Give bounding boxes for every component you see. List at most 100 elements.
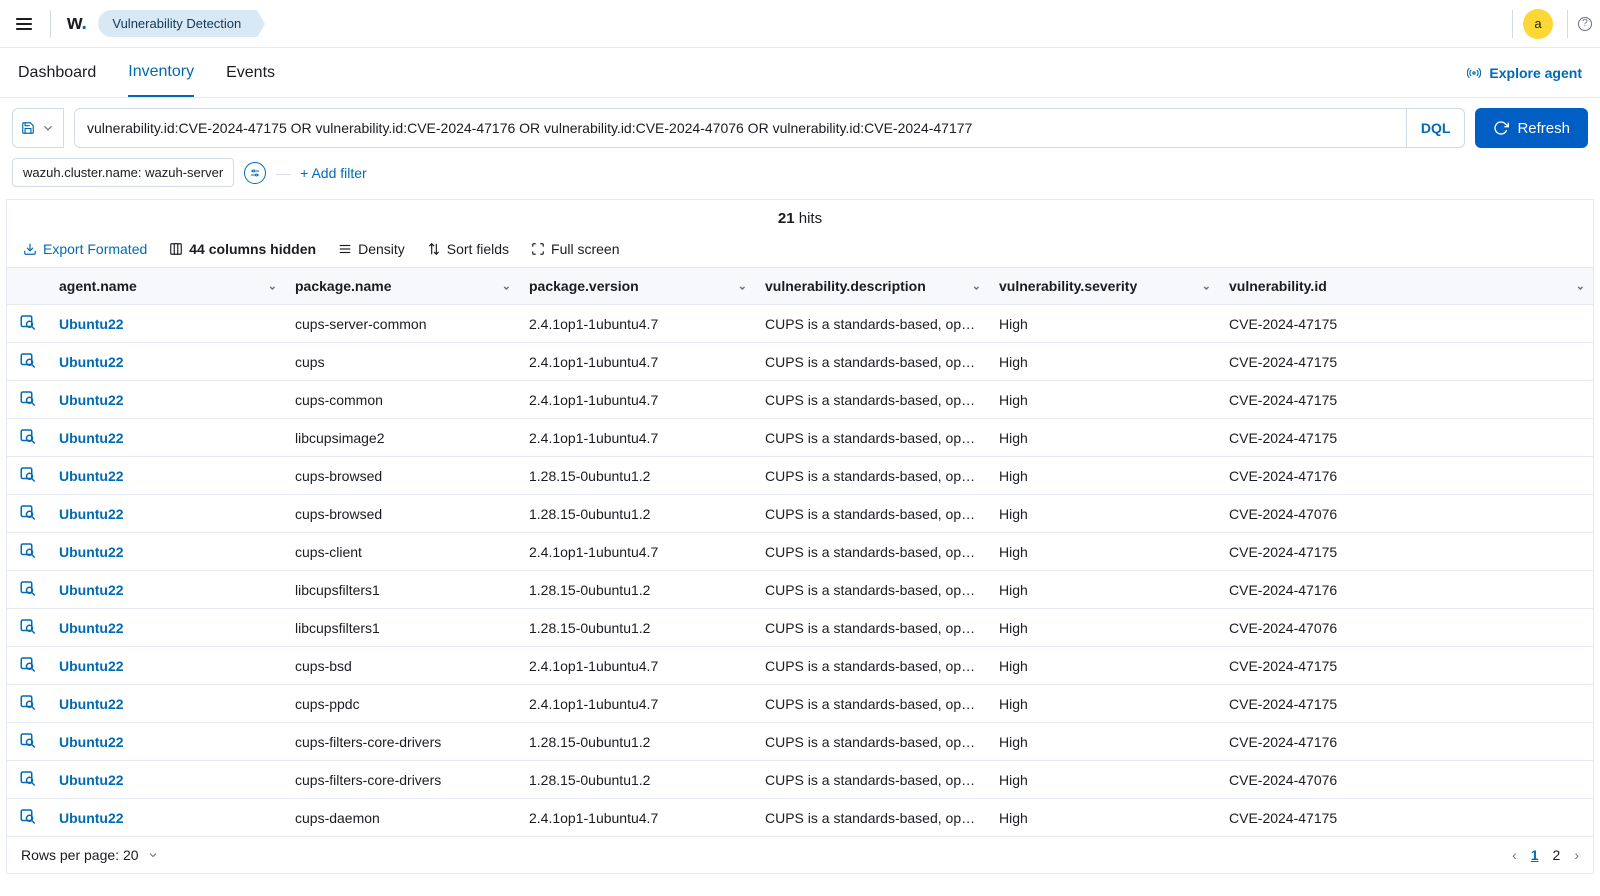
sort-button[interactable]: Sort fields (427, 241, 509, 257)
cell-package-name: cups-filters-core-drivers (285, 723, 519, 761)
prev-page[interactable]: ‹ (1512, 847, 1517, 863)
inspect-button[interactable] (19, 655, 37, 673)
inspect-button[interactable] (19, 389, 37, 407)
inspect-button[interactable] (19, 693, 37, 711)
cell-vuln-id: CVE-2024-47175 (1219, 343, 1593, 381)
cell-severity: High (989, 609, 1219, 647)
inspect-button[interactable] (19, 807, 37, 825)
agent-link[interactable]: Ubuntu22 (59, 506, 124, 522)
inspect-button[interactable] (19, 427, 37, 445)
cell-vuln-id: CVE-2024-47076 (1219, 761, 1593, 799)
saved-query-button[interactable] (12, 108, 64, 148)
refresh-icon (1493, 120, 1509, 136)
cell-description: CUPS is a standards-based, op… (755, 533, 989, 571)
cell-description: CUPS is a standards-based, op… (755, 419, 989, 457)
inspect-button[interactable] (19, 731, 37, 749)
cell-package-version: 2.4.1op1-1ubuntu4.7 (519, 419, 755, 457)
inspect-button[interactable] (19, 503, 37, 521)
rows-per-page[interactable]: Rows per page: 20 (21, 847, 159, 863)
cell-package-version: 1.28.15-0ubuntu1.2 (519, 723, 755, 761)
explore-agent-link[interactable]: Explore agent (1467, 65, 1582, 81)
agent-link[interactable]: Ubuntu22 (59, 772, 124, 788)
search-row: DQL Refresh (0, 98, 1600, 158)
tab-bar: Dashboard Inventory Events Explore agent (0, 48, 1600, 98)
search-input[interactable] (75, 109, 1406, 147)
col-vuln-id[interactable]: vulnerability.id⌄ (1219, 268, 1593, 305)
cell-package-version: 1.28.15-0ubuntu1.2 (519, 495, 755, 533)
add-filter-button[interactable]: + Add filter (300, 165, 367, 181)
table-row: Ubuntu22cups-client2.4.1op1-1ubuntu4.7CU… (7, 533, 1593, 571)
col-agent-name[interactable]: agent.name⌄ (49, 268, 285, 305)
agent-link[interactable]: Ubuntu22 (59, 658, 124, 674)
hits-count: 21 hits (7, 200, 1593, 237)
chevron-down-icon: ⌄ (268, 280, 277, 293)
cell-package-version: 1.28.15-0ubuntu1.2 (519, 571, 755, 609)
density-button[interactable]: Density (338, 241, 405, 257)
inspect-button[interactable] (19, 351, 37, 369)
agent-link[interactable]: Ubuntu22 (59, 582, 124, 598)
table-row: Ubuntu22cups-common2.4.1op1-1ubuntu4.7CU… (7, 381, 1593, 419)
table-row: Ubuntu22cups2.4.1op1-1ubuntu4.7CUPS is a… (7, 343, 1593, 381)
inspect-button[interactable] (19, 465, 37, 483)
cell-vuln-id: CVE-2024-47175 (1219, 305, 1593, 343)
density-label: Density (358, 241, 405, 257)
export-button[interactable]: Export Formated (23, 241, 147, 257)
agent-link[interactable]: Ubuntu22 (59, 810, 124, 826)
breadcrumb[interactable]: Vulnerability Detection (98, 10, 257, 37)
agent-link[interactable]: Ubuntu22 (59, 620, 124, 636)
agent-link[interactable]: Ubuntu22 (59, 354, 124, 370)
cell-package-version: 2.4.1op1-1ubuntu4.7 (519, 799, 755, 837)
col-vuln-severity[interactable]: vulnerability.severity⌄ (989, 268, 1219, 305)
menu-button[interactable] (8, 8, 40, 40)
refresh-button[interactable]: Refresh (1475, 108, 1588, 148)
cell-description: CUPS is a standards-based, op… (755, 495, 989, 533)
filter-settings-icon[interactable] (244, 162, 266, 184)
chevron-down-icon (41, 121, 55, 135)
cell-severity: High (989, 571, 1219, 609)
agent-link[interactable]: Ubuntu22 (59, 696, 124, 712)
columns-hidden-button[interactable]: 44 columns hidden (169, 241, 316, 257)
inspect-button[interactable] (19, 769, 37, 787)
page-controls: ‹ 1 2 › (1512, 847, 1579, 863)
cell-package-name: libcupsfilters1 (285, 609, 519, 647)
filter-chip[interactable]: wazuh.cluster.name: wazuh-server (12, 158, 234, 187)
filter-row: wazuh.cluster.name: wazuh-server — + Add… (0, 158, 1600, 199)
export-icon (23, 242, 37, 256)
table-row: Ubuntu22cups-server-common2.4.1op1-1ubun… (7, 305, 1593, 343)
agent-link[interactable]: Ubuntu22 (59, 734, 124, 750)
next-page[interactable]: › (1574, 847, 1579, 863)
sort-icon (427, 242, 441, 256)
cell-vuln-id: CVE-2024-47175 (1219, 799, 1593, 837)
logo[interactable]: w. (67, 12, 86, 35)
page-1[interactable]: 1 (1531, 847, 1539, 863)
help-icon[interactable]: ? (1578, 17, 1592, 31)
tab-dashboard[interactable]: Dashboard (18, 50, 96, 96)
inspect-button[interactable] (19, 617, 37, 635)
cell-vuln-id: CVE-2024-47175 (1219, 381, 1593, 419)
cell-description: CUPS is a standards-based, op… (755, 723, 989, 761)
inspect-button[interactable] (19, 541, 37, 559)
col-vuln-description[interactable]: vulnerability.description⌄ (755, 268, 989, 305)
divider (1567, 10, 1568, 38)
cell-severity: High (989, 761, 1219, 799)
tab-inventory[interactable]: Inventory (128, 49, 194, 97)
hits-number: 21 (778, 210, 795, 227)
inspect-button[interactable] (19, 313, 37, 331)
agent-link[interactable]: Ubuntu22 (59, 430, 124, 446)
agent-link[interactable]: Ubuntu22 (59, 392, 124, 408)
fullscreen-button[interactable]: Full screen (531, 241, 619, 257)
avatar[interactable]: a (1523, 9, 1553, 39)
agent-link[interactable]: Ubuntu22 (59, 316, 124, 332)
col-package-version[interactable]: package.version⌄ (519, 268, 755, 305)
page-2[interactable]: 2 (1553, 847, 1561, 863)
dql-toggle[interactable]: DQL (1406, 109, 1465, 147)
col-package-name[interactable]: package.name⌄ (285, 268, 519, 305)
agent-link[interactable]: Ubuntu22 (59, 544, 124, 560)
inspect-button[interactable] (19, 579, 37, 597)
cell-vuln-id: CVE-2024-47076 (1219, 495, 1593, 533)
agent-link[interactable]: Ubuntu22 (59, 468, 124, 484)
table-row: Ubuntu22libcupsimage22.4.1op1-1ubuntu4.7… (7, 419, 1593, 457)
tab-events[interactable]: Events (226, 50, 275, 96)
cell-severity: High (989, 419, 1219, 457)
cell-vuln-id: CVE-2024-47076 (1219, 609, 1593, 647)
